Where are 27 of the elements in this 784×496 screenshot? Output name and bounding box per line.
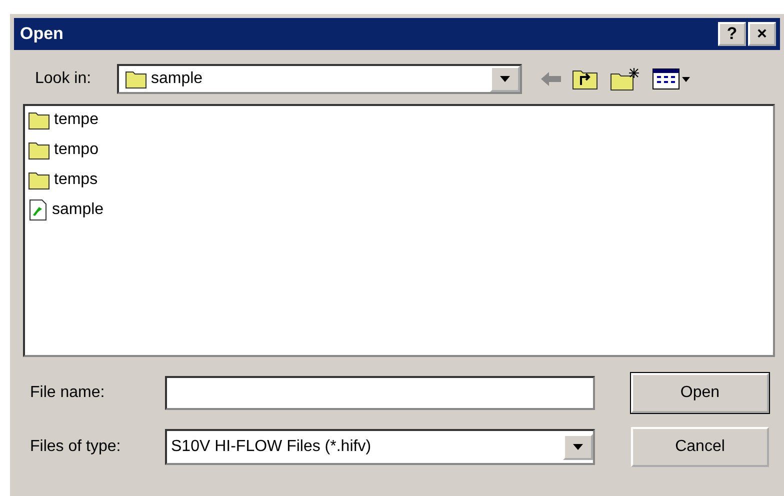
folder-icon [28, 110, 50, 130]
look-in-dropdown[interactable]: sample [117, 64, 522, 94]
new-folder-icon[interactable] [610, 67, 640, 91]
dropdown-button[interactable] [490, 66, 520, 92]
look-in-label: Look in: [35, 70, 92, 88]
file-type-label: Files of type: [30, 438, 122, 456]
document-icon [28, 199, 48, 221]
file-item[interactable]: sample [28, 199, 770, 221]
file-name-field[interactable] [165, 376, 595, 410]
folder-up-icon[interactable] [572, 68, 598, 90]
file-name-label: File name: [30, 384, 106, 402]
caret-icon [573, 444, 583, 450]
close-button[interactable]: × [748, 22, 776, 46]
file-item[interactable]: temps [28, 169, 770, 191]
folder-icon [28, 170, 50, 190]
folder-icon [28, 140, 50, 160]
file-item[interactable]: tempe [28, 109, 770, 131]
dropdown-button[interactable] [563, 434, 593, 460]
file-type-dropdown[interactable]: S10V HI-FLOW Files (*.hifv) [165, 429, 595, 465]
cancel-button[interactable]: Cancel [631, 427, 769, 467]
folder-icon [125, 69, 147, 89]
view-menu-icon[interactable] [652, 67, 692, 91]
caret-icon [500, 76, 510, 82]
help-button[interactable]: ? [718, 22, 746, 46]
file-item[interactable]: tempo [28, 139, 770, 161]
open-button[interactable]: Open [631, 373, 769, 413]
window-title: Open [20, 24, 64, 44]
